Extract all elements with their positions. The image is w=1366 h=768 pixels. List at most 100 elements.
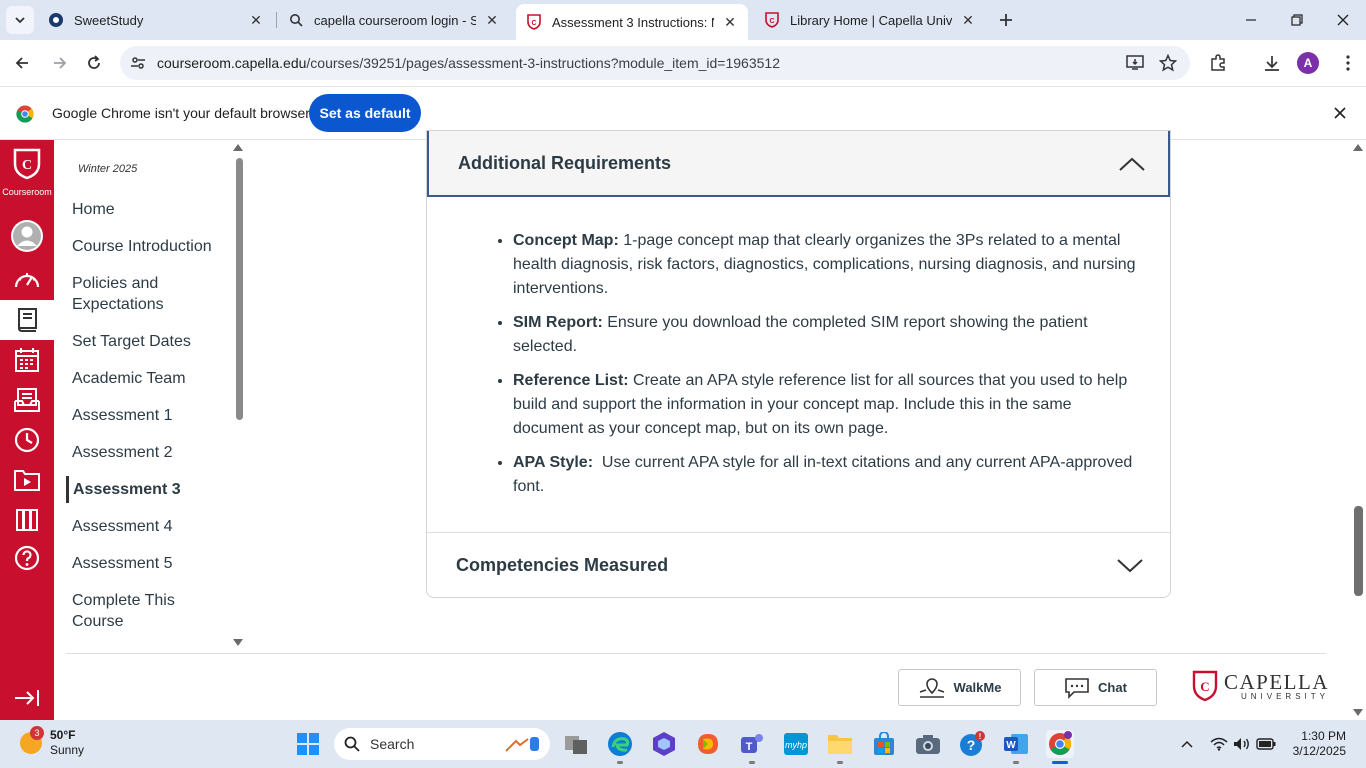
running-indicator: [837, 761, 843, 764]
rail-collapse[interactable]: [0, 678, 54, 718]
new-tab-button[interactable]: [994, 8, 1018, 32]
section-title: Additional Requirements: [458, 153, 672, 173]
course-nav-item[interactable]: Assessment 5: [66, 550, 230, 577]
office-taskbar-icon[interactable]: [694, 730, 722, 758]
page-scroll-up-arrow-icon[interactable]: [1353, 144, 1363, 151]
taskbar-search[interactable]: Search: [334, 728, 550, 760]
file-explorer-taskbar-icon[interactable]: [826, 730, 854, 758]
svg-text:C: C: [22, 158, 32, 173]
volume-icon[interactable]: [1232, 734, 1252, 754]
close-icon[interactable]: ✕: [722, 14, 738, 30]
system-clock[interactable]: 1:30 PM 3/12/2025: [1290, 729, 1346, 759]
rail-inbox[interactable]: [0, 380, 54, 420]
course-nav-item[interactable]: Assessment 1: [66, 402, 230, 429]
courseroom-logo[interactable]: C Courseroom: [0, 148, 54, 197]
scroll-up-arrow-icon[interactable]: [233, 144, 243, 151]
course-nav-item[interactable]: Set Target Dates: [66, 328, 230, 355]
rail-library[interactable]: [0, 500, 54, 540]
rail-calendar[interactable]: [0, 340, 54, 380]
close-icon[interactable]: [1330, 103, 1350, 123]
edge-taskbar-icon[interactable]: [606, 730, 634, 758]
tab-search-button[interactable]: [6, 6, 34, 34]
set-as-default-button[interactable]: Set as default: [309, 94, 421, 132]
page-scroll-down-arrow-icon[interactable]: [1353, 709, 1363, 716]
word-taskbar-icon[interactable]: W: [1002, 730, 1030, 758]
rail-courses[interactable]: [0, 300, 54, 340]
rail-media[interactable]: [0, 460, 54, 500]
store-taskbar-icon[interactable]: [870, 730, 898, 758]
minimize-button[interactable]: [1228, 0, 1274, 40]
profile-avatar[interactable]: A: [1297, 52, 1319, 74]
bookmark-star-icon[interactable]: [1158, 53, 1178, 73]
arrow-left-icon: [15, 57, 28, 69]
course-nav-item[interactable]: Course Introduction: [66, 233, 230, 260]
chevron-down-icon: [1117, 559, 1143, 573]
install-app-icon[interactable]: [1125, 53, 1145, 73]
forward-button[interactable]: [46, 49, 74, 77]
show-hidden-icons-button[interactable]: [1177, 734, 1197, 754]
chrome-menu-button[interactable]: [1334, 49, 1362, 77]
close-icon[interactable]: ✕: [484, 12, 500, 28]
puzzle-icon: [1211, 54, 1225, 71]
rail-history[interactable]: [0, 420, 54, 460]
chat-label: Chat: [1098, 680, 1127, 695]
tab-assessment-3[interactable]: C Assessment 3 Instructions: NUR ✕: [516, 4, 748, 40]
accordion-header-competencies[interactable]: Competencies Measured: [427, 533, 1170, 597]
course-nav-item[interactable]: Assessment 3: [66, 476, 230, 503]
tab-title: SweetStudy: [74, 12, 144, 28]
hp-taskbar-icon[interactable]: myhp: [782, 730, 810, 758]
rail-account[interactable]: [0, 216, 54, 256]
close-window-button[interactable]: [1320, 0, 1366, 40]
chrome-taskbar-icon[interactable]: [1046, 730, 1074, 758]
rail-help[interactable]: [0, 538, 54, 578]
downloads-button[interactable]: [1258, 49, 1286, 77]
course-nav-scrollbar[interactable]: [236, 158, 243, 420]
chevron-up-icon: [1119, 157, 1145, 171]
help-taskbar-icon[interactable]: ?!: [958, 730, 986, 758]
start-button[interactable]: [294, 730, 322, 758]
clock-icon: [14, 427, 40, 453]
infobar-message: Google Chrome isn't your default browser: [52, 105, 310, 121]
download-icon: [1265, 56, 1279, 71]
camera-taskbar-icon[interactable]: [914, 730, 942, 758]
course-nav-item[interactable]: Academic Team: [66, 365, 230, 392]
logo-word: CAPELLA: [1224, 669, 1329, 694]
chat-button[interactable]: Chat: [1034, 669, 1157, 706]
capella-shield-icon: C: [1192, 670, 1218, 702]
page-scrollbar[interactable]: [1354, 506, 1363, 596]
media-folder-icon: [14, 470, 40, 491]
copilot-taskbar-icon[interactable]: [650, 730, 678, 758]
walkme-button[interactable]: WalkMe: [898, 669, 1021, 706]
requirement-term: SIM Report:: [513, 314, 603, 331]
tab-title: Assessment 3 Instructions: NUR: [552, 14, 714, 30]
assessment-accordion: Additional Requirements Concept Map: 1-p…: [426, 130, 1171, 598]
task-view-button[interactable]: [562, 730, 590, 758]
course-nav-item[interactable]: Complete This Course: [66, 587, 230, 635]
course-nav-item[interactable]: Assessment 4: [66, 513, 230, 540]
close-icon[interactable]: ✕: [960, 12, 976, 28]
extensions-button[interactable]: [1204, 49, 1232, 77]
tab-search-results[interactable]: capella courseroom login - Sea ✕: [278, 4, 510, 36]
accordion-header-additional-requirements[interactable]: Additional Requirements: [427, 131, 1170, 197]
course-nav-list: Home Course Introduction Policies and Expe…: [66, 196, 230, 645]
back-button[interactable]: [8, 49, 36, 77]
address-bar[interactable]: courseroom.capella.edu/courses/39251/pag…: [120, 46, 1190, 80]
weather-widget[interactable]: 3 50°F Sunny: [20, 726, 84, 758]
tab-sweetstudy[interactable]: SweetStudy ✕: [38, 4, 274, 36]
close-icon[interactable]: ✕: [248, 12, 264, 28]
wifi-icon[interactable]: [1209, 734, 1229, 754]
requirement-text: Use current APA style for all in-text ci…: [513, 454, 1137, 495]
course-nav-item[interactable]: Home: [66, 196, 230, 223]
scroll-down-arrow-icon[interactable]: [233, 639, 243, 646]
course-nav-item[interactable]: Policies and Expectations: [66, 270, 230, 318]
tab-library-home[interactable]: C Library Home | Capella Universi ✕: [754, 4, 986, 36]
site-info-icon[interactable]: [128, 53, 148, 73]
reload-button[interactable]: [80, 49, 108, 77]
battery-icon[interactable]: [1256, 734, 1276, 754]
restore-button[interactable]: [1274, 0, 1320, 40]
rail-dashboard[interactable]: [0, 260, 54, 300]
course-nav-item[interactable]: Assessment 2: [66, 439, 230, 466]
section-title: Competencies Measured: [456, 555, 669, 575]
search-icon: [288, 12, 304, 28]
teams-taskbar-icon[interactable]: T: [738, 730, 766, 758]
